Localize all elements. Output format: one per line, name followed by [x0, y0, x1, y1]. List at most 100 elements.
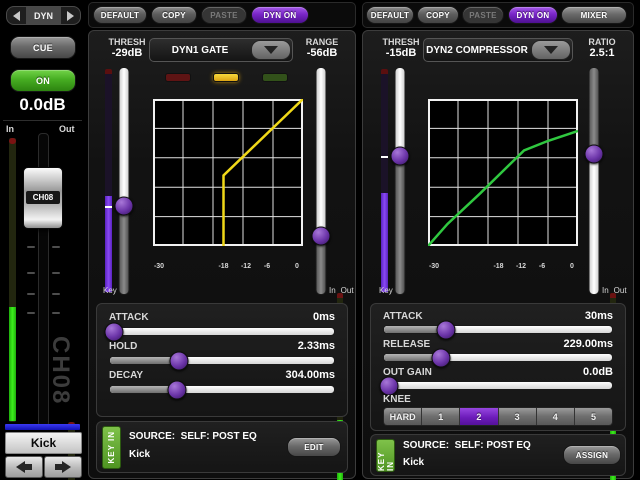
slider-handle[interactable]: [105, 322, 124, 341]
gr-scale: -30 -18 -12 -6 0: [153, 263, 303, 272]
gate-key-meter: [105, 69, 112, 293]
gate-type-value: DYN1 GATE: [150, 45, 250, 56]
gate-paste-button[interactable]: PASTE: [201, 6, 247, 24]
out-label: Out: [614, 286, 627, 295]
gate-type-dropdown[interactable]: DYN1 GATE: [149, 38, 293, 62]
channel-on-button[interactable]: ON: [10, 69, 76, 92]
comp-panel: THRESH -15dB DYN2 COMPRESSOR RATIO 2.5:1: [362, 30, 634, 479]
keyin-tab: KEY IN: [376, 439, 395, 472]
slider-handle[interactable]: [436, 320, 455, 339]
slider-handle[interactable]: [170, 351, 189, 370]
channel-in-meter: [9, 138, 16, 422]
gate-led-yellow: [213, 73, 239, 82]
param-value: 0ms: [313, 311, 335, 323]
comp-keyin-assign-button[interactable]: ASSIGN: [563, 445, 621, 465]
knee-option-hard[interactable]: HARD: [384, 408, 422, 425]
threshold-tick: [381, 156, 388, 158]
comp-copy-button[interactable]: COPY: [417, 6, 459, 24]
fader-tick: [52, 272, 60, 274]
param-value: 30ms: [585, 310, 613, 322]
mixer-button[interactable]: MIXER: [561, 6, 627, 24]
knee-label: KNEE: [383, 394, 411, 405]
comp-release-slider[interactable]: [383, 353, 613, 362]
gate-panel: THRESH -29dB DYN1 GATE RANGE -56dB: [88, 30, 356, 479]
param-label: HOLD: [109, 341, 137, 352]
gate-led-red: [165, 73, 191, 82]
comp-outgain-handle[interactable]: [585, 144, 604, 163]
cue-button[interactable]: CUE: [10, 36, 76, 59]
slider-handle[interactable]: [168, 380, 187, 399]
page-prev-button[interactable]: [7, 7, 26, 24]
comp-type-value: DYN2 COMPRESSOR: [424, 45, 530, 56]
dynamics-screen: DYN CUE ON 0.0dB In Out CH08 CH08: [0, 0, 640, 480]
fader-tick: [27, 246, 35, 248]
fader-cap-label: CH08: [26, 191, 60, 204]
knee-option-4[interactable]: 4: [537, 408, 575, 425]
clip-led: [9, 138, 16, 144]
gate-decay-slider[interactable]: [109, 385, 335, 394]
meter-in-label: In: [6, 124, 14, 134]
gate-thresh-handle[interactable]: [115, 197, 134, 216]
page-label: DYN: [26, 7, 61, 24]
gate-keyin-edit-button[interactable]: EDIT: [287, 437, 341, 457]
param-label: ATTACK: [383, 311, 423, 322]
fader-tick: [27, 312, 35, 314]
knee-option-5[interactable]: 5: [575, 408, 612, 425]
keyin-source: SOURCE: SELF: POST EQ: [129, 431, 257, 442]
gate-hold-slider[interactable]: [109, 356, 335, 365]
knee-option-1[interactable]: 1: [422, 408, 460, 425]
slider-handle[interactable]: [432, 348, 451, 367]
gate-range-label: RANGE: [295, 37, 349, 47]
arrow-left-icon: [25, 464, 32, 470]
comp-paste-button[interactable]: PASTE: [462, 6, 504, 24]
param-value: 0.0dB: [583, 366, 613, 378]
key-label: Key: [103, 286, 117, 295]
next-channel-button[interactable]: [44, 456, 82, 478]
dropdown-button[interactable]: [531, 40, 571, 60]
channel-name-label[interactable]: Kick: [5, 432, 82, 454]
gate-keyin-box: KEY IN SOURCE: SELF: POST EQ Kick EDIT: [96, 421, 348, 473]
keyin-channel: Kick: [403, 457, 424, 468]
fader-gain-readout: 0.0dB: [0, 95, 85, 115]
gate-copy-button[interactable]: COPY: [151, 6, 197, 24]
comp-outgain-slider[interactable]: [587, 67, 601, 295]
comp-curve: [428, 131, 578, 246]
page-next-button[interactable]: [61, 7, 80, 24]
gate-thresh-slider[interactable]: [117, 67, 131, 295]
comp-thresh-slider[interactable]: [393, 67, 407, 295]
comp-dyn-on-button[interactable]: DYN ON: [508, 6, 558, 24]
chevron-down-icon: [544, 46, 558, 54]
gate-range-handle[interactable]: [312, 226, 331, 245]
comp-thresh-handle[interactable]: [391, 146, 410, 165]
gate-thresh-label: THRESH: [101, 37, 153, 47]
knee-option-3[interactable]: 3: [499, 408, 537, 425]
knee-option-2[interactable]: 2: [460, 408, 498, 425]
slider-handle[interactable]: [379, 376, 398, 395]
gate-transfer-graph: [153, 99, 303, 246]
comp-default-button[interactable]: DEFAULT: [366, 6, 414, 24]
fader-knob[interactable]: CH08: [23, 167, 63, 229]
divider: [3, 120, 82, 121]
dropdown-button[interactable]: [251, 40, 291, 60]
gate-attack-slider[interactable]: [109, 327, 335, 336]
fader-tick: [27, 272, 35, 274]
prev-channel-button[interactable]: [5, 456, 43, 478]
threshold-tick: [105, 206, 112, 208]
in-label: In: [329, 286, 336, 295]
comp-attack-slider[interactable]: [383, 325, 613, 334]
comp-type-dropdown[interactable]: DYN2 COMPRESSOR: [423, 38, 573, 62]
comp-ratio-label: RATIO: [577, 37, 627, 47]
gate-thresh-value: -29dB: [101, 47, 153, 59]
meter-out-label: Out: [59, 124, 75, 134]
comp-outgain-hslider[interactable]: [383, 381, 613, 390]
comp-thresh-value: -15dB: [375, 47, 427, 59]
fader-tick: [52, 246, 60, 248]
comp-key-meter: [381, 69, 388, 293]
gate-curve: [224, 99, 304, 246]
gate-default-button[interactable]: DEFAULT: [93, 6, 147, 24]
gate-dyn-on-button[interactable]: DYN ON: [251, 6, 309, 24]
gate-range-slider[interactable]: [314, 67, 328, 295]
param-value: 304.00ms: [285, 369, 335, 381]
keyin-tab: KEY IN: [102, 426, 121, 469]
gate-toolbar: DEFAULT COPY PASTE DYN ON: [88, 2, 356, 28]
